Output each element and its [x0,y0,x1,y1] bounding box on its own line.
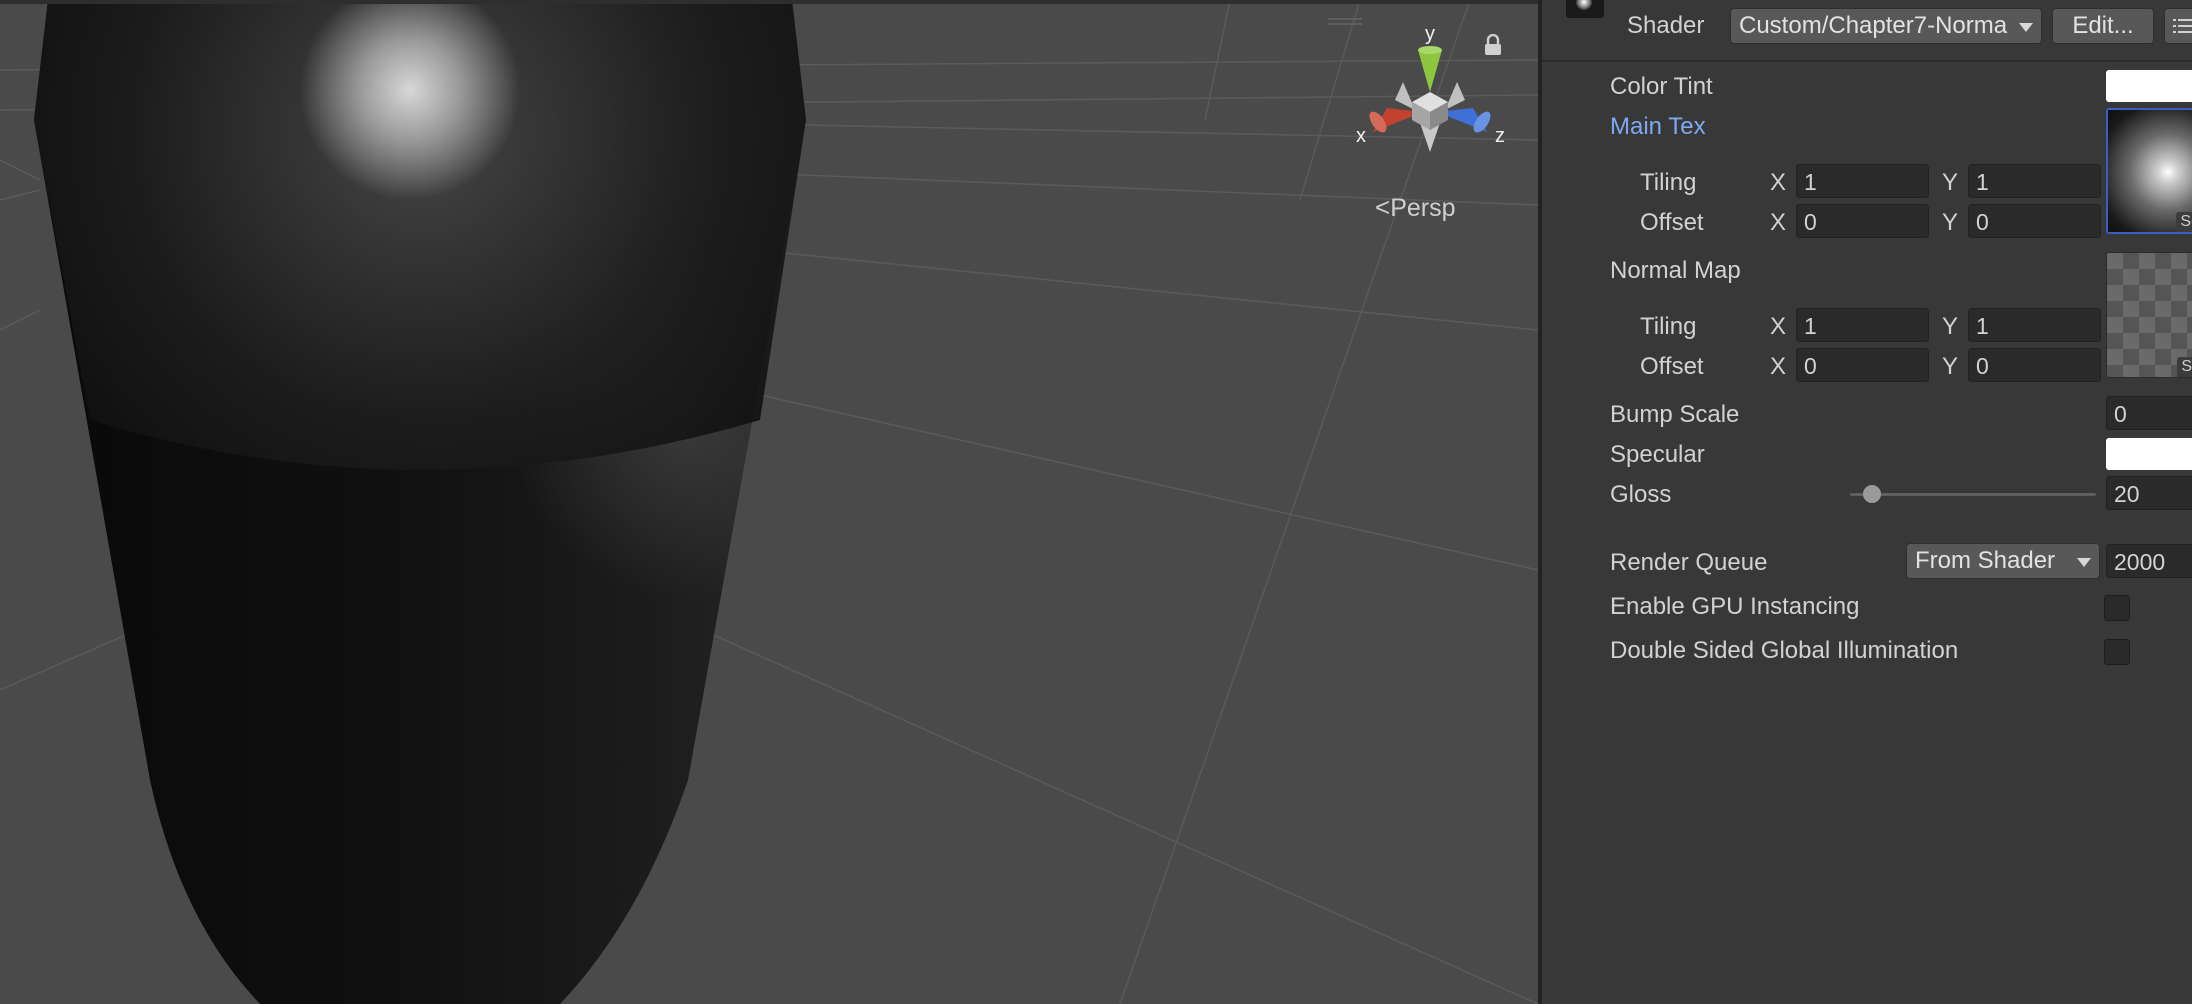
normal-map-slot[interactable]: Se [2106,252,2192,378]
normal-map-tiling-y-field[interactable]: 1 [1968,308,2101,342]
main-tex-tiling-y-label: Y [1942,169,1959,196]
main-tex-offset-x-label: X [1770,209,1787,236]
normal-map-offset-y-label: Y [1942,353,1959,380]
color-tint-swatch[interactable] [2106,70,2192,102]
edit-shader-label: Edit... [2072,12,2134,39]
projection-toggle[interactable]: <Persp [1375,192,1456,223]
normal-map-tiling-label: Tiling [1640,313,1697,340]
settings-menu-button[interactable] [2164,8,2192,44]
main-tex-tiling-x-label: X [1770,169,1787,196]
bump-scale-label: Bump Scale [1610,401,1740,428]
specular-color-swatch[interactable] [2106,438,2192,470]
scene-canvas [0,0,1538,1004]
main-tex-offset-label: Offset [1640,209,1704,236]
gloss-slider-handle[interactable] [1863,485,1881,503]
chevron-down-icon [2019,23,2033,32]
gloss-slider-track[interactable] [1850,493,2096,496]
main-tex-tiling-y-field[interactable]: 1 [1968,164,2101,198]
main-tex-offset-x-field[interactable]: 0 [1796,204,1929,238]
gizmo-z-label: z [1495,125,1505,147]
drag-handle-icon[interactable] [1328,18,1362,26]
double-sided-gi-label: Double Sided Global Illumination [1610,637,1959,664]
header-separator [1542,60,2192,62]
persp-chevron-icon: < [1375,192,1391,222]
normal-map-label[interactable]: Normal Map [1610,257,1741,285]
material-preview-icon [1566,0,1604,18]
main-tex-select-button[interactable]: Se [2176,212,2192,232]
main-tex-slot[interactable]: Se [2106,108,2192,234]
material-inspector: Shader Custom/Chapter7-Norma Edit... Col… [1542,0,2192,1004]
gpu-instancing-label: Enable GPU Instancing [1610,593,1860,620]
normal-map-offset-y-field[interactable]: 0 [1968,348,2101,382]
normal-map-offset-label: Offset [1640,353,1704,380]
shader-dropdown[interactable]: Custom/Chapter7-Norma [1730,8,2042,44]
normal-map-tiling-x-label: X [1770,313,1787,340]
gizmo-y-label: y [1425,23,1435,45]
normal-map-tiling-x-field[interactable]: 1 [1796,308,1929,342]
main-tex-tiling-x-field[interactable]: 1 [1796,164,1929,198]
color-tint-label: Color Tint [1610,73,1713,100]
main-tex-label[interactable]: Main Tex [1610,113,1706,141]
shader-value: Custom/Chapter7-Norma [1739,12,2008,39]
bump-scale-field[interactable]: 0 [2106,396,2192,430]
persp-label: Persp [1390,194,1456,222]
main-tex-offset-y-label: Y [1942,209,1959,236]
render-queue-field[interactable]: 2000 [2106,544,2192,578]
gizmo-x-label: x [1356,125,1366,147]
specular-label: Specular [1610,441,1705,468]
double-sided-gi-checkbox[interactable] [2104,639,2130,665]
render-queue-mode-dropdown[interactable]: From Shader [1906,543,2100,579]
main-tex-tiling-label: Tiling [1640,169,1697,196]
render-queue-mode-value: From Shader [1915,547,2056,574]
normal-map-offset-x-label: X [1770,353,1787,380]
normal-map-select-button[interactable]: Se [2177,357,2192,377]
normal-map-tiling-y-label: Y [1942,313,1959,340]
edit-shader-button[interactable]: Edit... [2052,8,2154,44]
gpu-instancing-checkbox[interactable] [2104,595,2130,621]
chevron-down-icon [2077,558,2091,567]
lock-icon[interactable] [1483,34,1503,56]
normal-map-offset-x-field[interactable]: 0 [1796,348,1929,382]
list-menu-icon [2173,19,2192,33]
gloss-field[interactable]: 20 [2106,476,2192,510]
main-tex-offset-y-field[interactable]: 0 [1968,204,2101,238]
gloss-label: Gloss [1610,481,1672,508]
render-queue-label: Render Queue [1610,549,1768,576]
scene-view[interactable]: y x z <Persp [0,0,1538,1004]
shader-label: Shader [1627,12,1705,39]
